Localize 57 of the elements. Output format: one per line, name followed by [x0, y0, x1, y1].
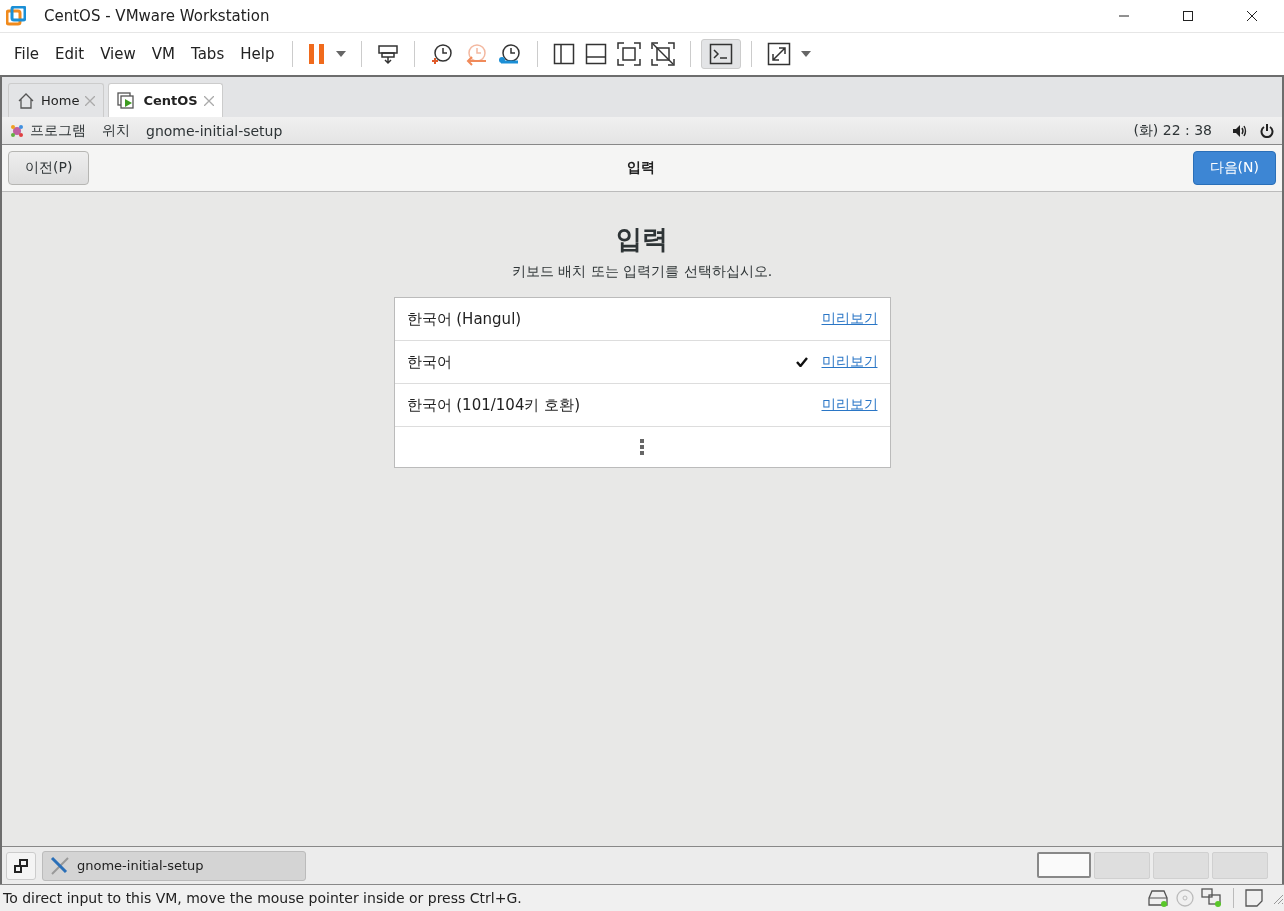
- caret-icon[interactable]: [336, 51, 347, 57]
- layout-name: 한국어: [406, 352, 453, 372]
- panel-menu[interactable]: gnome-initial-setup: [146, 122, 283, 139]
- page-heading: 입력: [616, 223, 668, 256]
- clock[interactable]: (화) 22 : 38: [1133, 121, 1212, 140]
- sidebar-layout-icon[interactable]: [553, 43, 576, 65]
- unity-off-icon[interactable]: [651, 42, 676, 66]
- stretch-icon[interactable]: [767, 42, 792, 66]
- gnome-foot-icon: [10, 123, 24, 138]
- layout-name: 한국어 (101/104키 호환): [406, 395, 582, 415]
- page-subtitle: 키보드 배치 또는 입력기를 선택하십시오.: [511, 263, 773, 281]
- tab[interactable]: Home: [8, 83, 105, 117]
- layout-row[interactable]: 한국어 (101/104키 호환) 미리보기: [394, 384, 890, 427]
- menu-item[interactable]: File: [6, 45, 48, 63]
- preview-link[interactable]: 미리보기: [821, 310, 878, 328]
- menu-item[interactable]: Edit: [47, 45, 93, 63]
- more-icon[interactable]: [640, 439, 644, 455]
- volume-icon[interactable]: [1232, 123, 1248, 138]
- tab[interactable]: CentOS: [108, 83, 223, 117]
- console-button[interactable]: [701, 39, 742, 69]
- layout-row[interactable]: 한국어 미리보기: [394, 341, 890, 384]
- bottom-panel-icon[interactable]: [585, 43, 608, 65]
- terminal-icon: [709, 43, 734, 65]
- send-keys-icon[interactable]: [377, 43, 400, 65]
- home-icon: [17, 91, 35, 110]
- close-icon[interactable]: [1246, 10, 1258, 22]
- menu-item[interactable]: View: [92, 45, 144, 63]
- window-title: CentOS - VMware Workstation: [44, 7, 270, 25]
- note-icon[interactable]: [1244, 888, 1264, 908]
- tab-label: Home: [41, 93, 80, 108]
- panel-menu[interactable]: 프로그램: [30, 121, 86, 140]
- preview-link[interactable]: 미리보기: [821, 396, 878, 414]
- layout-row[interactable]: 한국어 (Hangul) 미리보기: [394, 298, 890, 341]
- back-button[interactable]: 이전(P): [8, 151, 90, 185]
- menu-item[interactable]: VM: [143, 45, 183, 63]
- power-icon[interactable]: [1260, 123, 1274, 138]
- full-screen-icon[interactable]: [617, 42, 642, 66]
- layout-name: 한국어 (Hangul): [406, 309, 523, 329]
- caret-icon[interactable]: [801, 51, 812, 57]
- panel-menu[interactable]: 위치: [102, 121, 130, 140]
- show-desktop-button[interactable]: [6, 851, 36, 880]
- menu-item[interactable]: Tabs: [183, 45, 233, 63]
- next-button[interactable]: 다음(N): [1192, 151, 1276, 185]
- clock-plus-icon[interactable]: [430, 42, 455, 66]
- pause-icon[interactable]: [308, 43, 327, 65]
- windows-icon: [14, 858, 28, 873]
- maximize-icon[interactable]: [1182, 10, 1194, 22]
- preview-link[interactable]: 미리보기: [821, 353, 878, 371]
- taskbar-window-button[interactable]: gnome-initial-setup: [42, 850, 306, 881]
- app-logo-icon: [6, 6, 26, 26]
- tab-label: CentOS: [143, 93, 198, 108]
- header-title: 입력: [627, 159, 655, 177]
- status-message: To direct input to this VM, move the mouse pointer inside or press Ctrl+G.: [3, 890, 522, 906]
- menu-item[interactable]: Help: [232, 45, 283, 63]
- network-icon[interactable]: [1201, 888, 1223, 908]
- workspace-button[interactable]: [1037, 852, 1091, 878]
- tools-icon: [49, 854, 71, 877]
